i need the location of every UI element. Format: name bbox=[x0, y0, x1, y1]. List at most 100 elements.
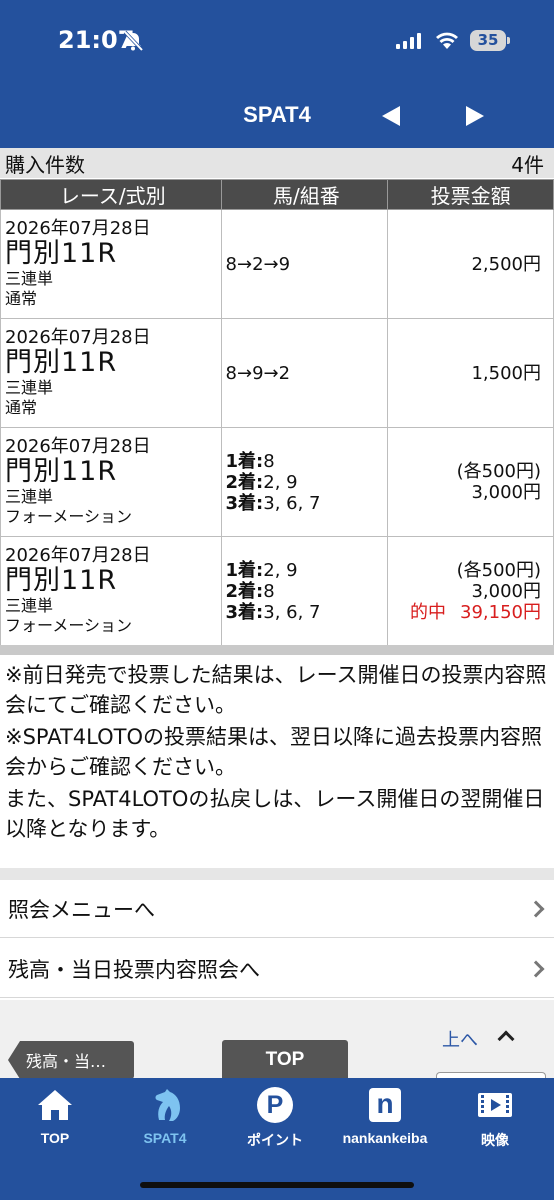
note-text: また、SPAT4LOTOの払戻しは、レース開催日の翌開催日以降となります。 bbox=[5, 787, 545, 841]
race-cell: 2026年07月28日 門別11R 三連単 通常 bbox=[0, 318, 222, 428]
chevron-right-icon bbox=[527, 960, 545, 977]
hit-label: 的中 bbox=[410, 601, 447, 623]
race-venue: 門別11R bbox=[5, 456, 118, 487]
back-button[interactable]: 残高・当… bbox=[8, 1041, 134, 1079]
table-row: 2026年07月28日 門別11R 三連単 フォーメーション 1着:8 2着:2, 9 3着… bbox=[0, 427, 554, 537]
combo-cell: 1着:8 2着:2, 9 3着:3, 6, 7 bbox=[220, 427, 389, 537]
amount-line: 3,000円 bbox=[471, 580, 541, 602]
bet-method: 通常 bbox=[5, 289, 38, 308]
purchase-count-value: 4件 bbox=[511, 152, 544, 177]
tab-video[interactable]: 映像 bbox=[440, 1078, 550, 1158]
n-logo-icon: n bbox=[369, 1088, 401, 1122]
combo-line: 8→2→9 bbox=[226, 254, 388, 275]
bet-type: 三連単 bbox=[5, 596, 54, 615]
signal-icon bbox=[396, 33, 421, 49]
tab-nankankeiba[interactable]: n nankankeiba bbox=[330, 1078, 440, 1158]
scroll-up-link[interactable]: 上へ bbox=[442, 1026, 478, 1052]
race-date: 2026年07月28日 bbox=[5, 545, 151, 566]
race-venue: 門別11R bbox=[5, 347, 118, 378]
combo-value: 8 bbox=[263, 580, 275, 602]
combo-value: 2, 9 bbox=[263, 559, 298, 581]
tab-label: ポイント bbox=[247, 1132, 303, 1148]
bet-type: 三連単 bbox=[5, 269, 54, 288]
purchase-count-label: 購入件数 bbox=[5, 152, 85, 177]
combo-value: 8 bbox=[263, 450, 275, 472]
tab-label: TOP bbox=[40, 1130, 70, 1146]
race-venue: 門別11R bbox=[5, 238, 118, 269]
tab-spat4[interactable]: SPAT4 bbox=[110, 1078, 220, 1158]
prev-arrow-icon[interactable] bbox=[382, 106, 400, 126]
purchase-count-row: 購入件数 4件 bbox=[0, 148, 554, 178]
bet-type: 三連単 bbox=[5, 378, 54, 397]
header-amount: 投票金額 bbox=[387, 179, 554, 210]
table-header-row: レース/式別 馬/組番 投票金額 bbox=[0, 179, 554, 210]
amount-line: 2,500円 bbox=[471, 253, 541, 275]
point-icon: P bbox=[257, 1087, 293, 1123]
menu-separator bbox=[0, 868, 554, 880]
combo-position-label: 3着: bbox=[225, 492, 264, 514]
tab-label: SPAT4 bbox=[143, 1130, 187, 1146]
bet-type: 三連単 bbox=[5, 487, 54, 506]
combo-line: 1着:2, 9 bbox=[226, 560, 388, 581]
app-header: 21:07 35 SPAT4 bbox=[0, 0, 554, 148]
bets-table: レース/式別 馬/組番 投票金額 2026年07月28日 門別11R 三連単 通常 8→… bbox=[0, 179, 554, 646]
combo-line: 2着:8 bbox=[226, 581, 388, 602]
combo-value: 3, 6, 7 bbox=[263, 601, 321, 623]
combo-line: 2着:2, 9 bbox=[226, 472, 388, 493]
combo-line: 1着:8 bbox=[226, 451, 388, 472]
amount-line: 3,000円 bbox=[471, 482, 541, 503]
chevron-right-icon bbox=[527, 900, 545, 917]
divider bbox=[0, 645, 554, 655]
amount-line: (各500円) bbox=[456, 461, 541, 482]
combo-value: 3, 6, 7 bbox=[263, 492, 321, 514]
note-text: ※SPAT4LOTOの投票結果は、翌日以降に過去投票内容照会からご確認ください。 bbox=[5, 725, 543, 779]
race-date: 2026年07月28日 bbox=[5, 327, 151, 348]
amount-cell: (各500円) 3,000円 的中 39,150円 bbox=[387, 536, 554, 646]
battery-icon: 35 bbox=[470, 30, 510, 51]
balance-inquiry-link[interactable]: 残高・当日投票内容照会へ bbox=[0, 940, 554, 998]
header-race: レース/式別 bbox=[0, 179, 222, 210]
amount-line: 1,500円 bbox=[471, 362, 541, 384]
combo-position-label: 2着: bbox=[225, 580, 264, 602]
next-arrow-icon[interactable] bbox=[466, 106, 484, 126]
combo-cell: 8→9→2 bbox=[220, 318, 389, 428]
top-button[interactable]: TOP bbox=[222, 1040, 348, 1080]
table-row: 2026年07月28日 門別11R 三連単 通常 8→2→9 2,500円 bbox=[0, 209, 554, 319]
bell-slash-icon bbox=[123, 30, 144, 52]
video-icon bbox=[478, 1093, 512, 1117]
hit-payout: 的中 39,150円 bbox=[388, 602, 541, 623]
combo-line: 3着:3, 6, 7 bbox=[226, 493, 388, 514]
amount-cell: 2,500円 bbox=[387, 209, 554, 319]
amount-cell: (各500円) 3,000円 bbox=[387, 427, 554, 537]
combo-value: 8→9→2 bbox=[225, 362, 291, 384]
combo-line: 8→9→2 bbox=[226, 363, 388, 384]
tab-top[interactable]: TOP bbox=[0, 1078, 110, 1158]
amount-line: (各500円) bbox=[456, 559, 541, 581]
tab-points[interactable]: P ポイント bbox=[220, 1078, 330, 1158]
tab-label: 映像 bbox=[481, 1132, 509, 1148]
combo-position-label: 1着: bbox=[225, 450, 264, 472]
bet-method: フォーメーション bbox=[5, 507, 133, 526]
bet-method: 通常 bbox=[5, 398, 38, 417]
combo-cell: 8→2→9 bbox=[220, 209, 389, 319]
menu-item-label: 残高・当日投票内容照会へ bbox=[8, 957, 260, 982]
home-icon bbox=[38, 1090, 72, 1120]
note-text: ※前日発売で投票した結果は、レース開催日の投票内容照会にてご確認ください。 bbox=[5, 663, 547, 717]
combo-position-label: 1着: bbox=[225, 559, 264, 581]
race-cell: 2026年07月28日 門別11R 三連単 通常 bbox=[0, 209, 222, 319]
notes: ※前日発売で投票した結果は、レース開催日の投票内容照会にてご確認ください。 ※S… bbox=[5, 660, 551, 846]
wifi-icon bbox=[436, 32, 458, 49]
bet-method: フォーメーション bbox=[5, 616, 133, 635]
table-row: 2026年07月28日 門別11R 三連単 通常 8→9→2 1,500円 bbox=[0, 318, 554, 428]
header-combo: 馬/組番 bbox=[220, 179, 389, 210]
inquiry-menu-link[interactable]: 照会メニューへ bbox=[0, 880, 554, 938]
table-row: 2026年07月28日 門別11R 三連単 フォーメーション 1着:2, 9 2着:8 3着… bbox=[0, 536, 554, 646]
combo-line: 3着:3, 6, 7 bbox=[226, 602, 388, 623]
tab-label: nankankeiba bbox=[342, 1130, 428, 1146]
combo-position-label: 3着: bbox=[225, 601, 264, 623]
combo-position-label: 2着: bbox=[225, 471, 264, 493]
menu-item-label: 照会メニューへ bbox=[8, 897, 155, 922]
race-venue: 門別11R bbox=[5, 565, 118, 596]
horse-icon bbox=[155, 1089, 180, 1121]
combo-cell: 1着:2, 9 2着:8 3着:3, 6, 7 bbox=[220, 536, 389, 646]
